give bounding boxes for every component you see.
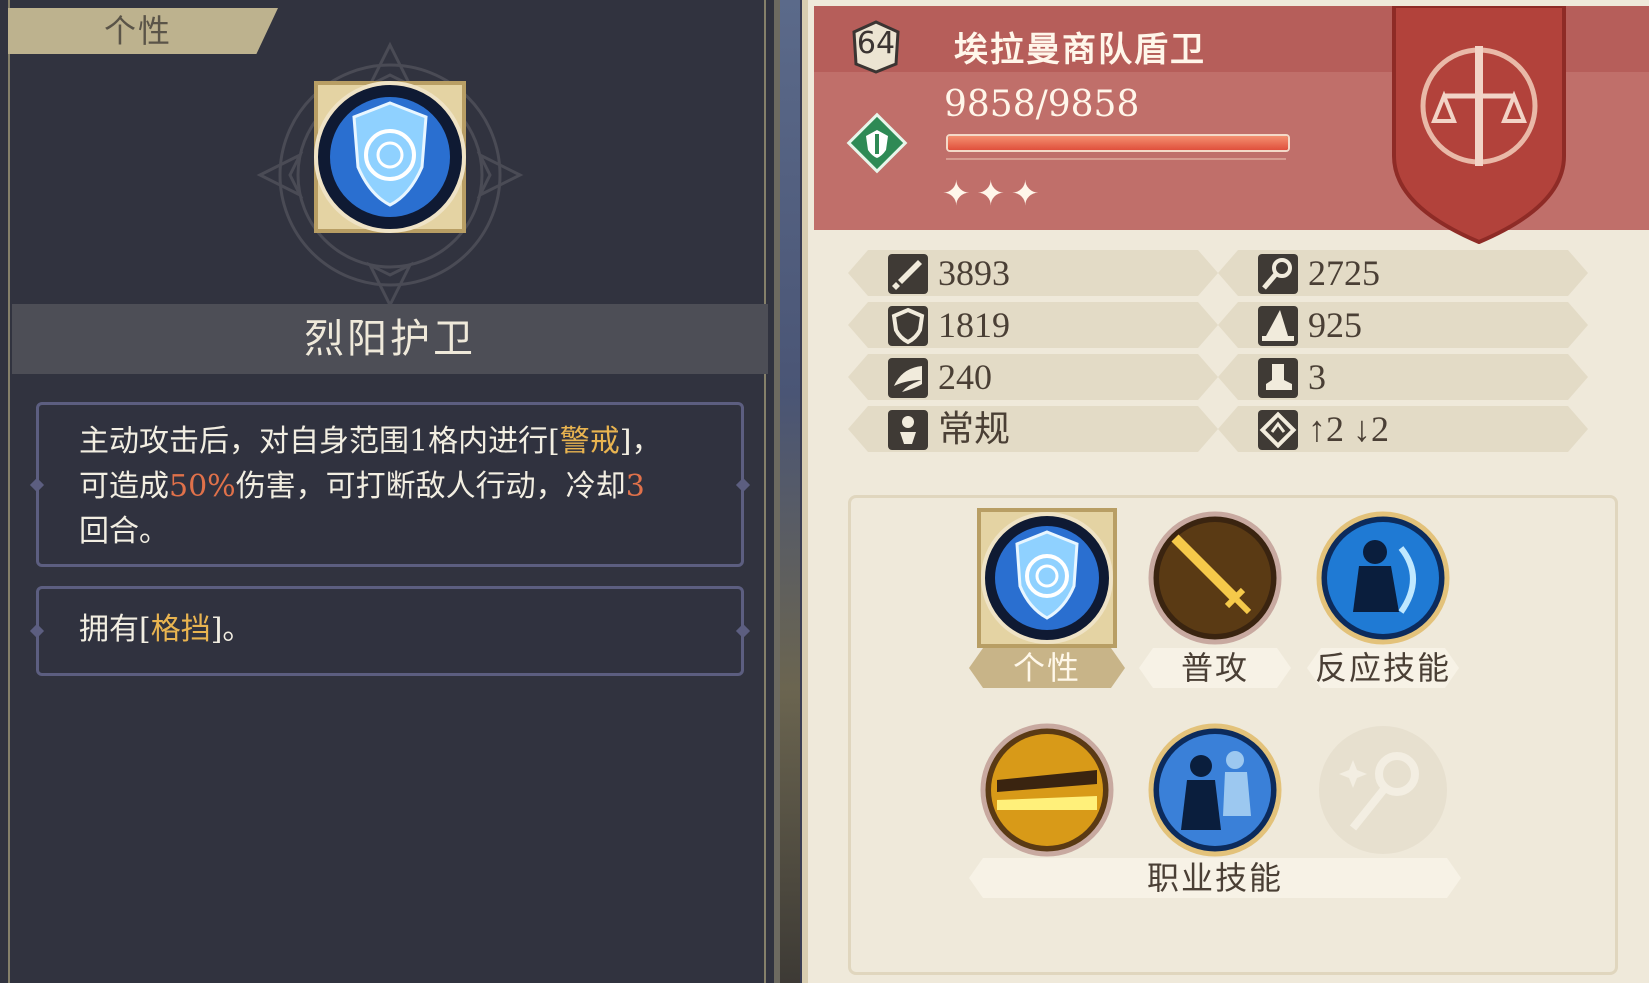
keyword-block[interactable]: 格挡 — [151, 612, 211, 647]
keyword-alert[interactable]: 警戒 — [560, 424, 620, 459]
defense-value: 1819 — [938, 305, 1010, 345]
unit-name: 埃拉曼商队盾卫 — [954, 30, 1206, 70]
attack-value: 3893 — [938, 253, 1010, 293]
trait-tab[interactable]: 个性 — [8, 8, 278, 54]
figure-icon — [888, 410, 928, 450]
desc-text: 拥有[ — [79, 612, 151, 647]
class-skill-label: 职业技能 — [969, 858, 1461, 898]
boot-icon — [1258, 358, 1298, 398]
stat-speed: 240 — [848, 354, 1218, 400]
elevation-value: ↑2 ↓2 — [1308, 409, 1389, 449]
wing-icon — [888, 358, 928, 398]
skill-description: 主动攻击后，对自身范围1格内进行[警戒]， 可造成50%伤害，可打断敌人行动，冷… — [36, 402, 744, 567]
reaction-skill-icon[interactable] — [1313, 508, 1453, 648]
unit-level: 64 — [856, 26, 896, 61]
description-line-1: 主动攻击后，对自身范围1格内进行[警戒]， — [79, 419, 701, 464]
shield-class-icon[interactable] — [844, 110, 910, 176]
staff-icon — [1258, 254, 1298, 294]
desc-text: 伤害，可打断敌人行动，冷却 — [235, 469, 626, 504]
cooldown-value: 3 — [625, 469, 645, 504]
trait-skill-button[interactable] — [977, 508, 1117, 648]
stat-defense: 1819 — [848, 302, 1218, 348]
desc-text: ]。 — [210, 612, 253, 647]
empty-skill-slot-icon — [1319, 726, 1447, 854]
damage-percent: 50% — [169, 469, 236, 504]
sword-icon — [888, 254, 928, 294]
stat-magic-defense: 925 — [1218, 302, 1588, 348]
stat-magic-attack: 2725 — [1218, 250, 1588, 296]
skills-frame: 个性 普攻 反应技能 职业技能 — [848, 495, 1618, 975]
trait-skill-label[interactable]: 个性 — [969, 648, 1125, 688]
desc-text: 可造成 — [79, 469, 169, 504]
rank-stars: ✦✦✦ — [942, 174, 1046, 214]
sword-scales-crest-icon — [1392, 6, 1566, 244]
stat-move-type: 常规 — [848, 406, 1218, 452]
unit-info-panel: 64 埃拉曼商队盾卫 9858/9858 ✦✦✦ 3893 2725 1819 … — [802, 0, 1649, 983]
charge-skill-icon[interactable] — [1145, 720, 1285, 860]
movement-value: 3 — [1308, 357, 1326, 397]
magic-defense-value: 925 — [1308, 305, 1362, 345]
hp-bar — [946, 134, 1290, 152]
reaction-skill-label[interactable]: 反应技能 — [1307, 648, 1459, 688]
stat-movement: 3 — [1218, 354, 1588, 400]
shield-icon — [888, 306, 928, 346]
speed-value: 240 — [938, 357, 992, 397]
skill-detail-panel: 个性 烈阳护卫 主动攻击后，对自身范围1格内进行[警戒]， 可造成50%伤害，可… — [0, 0, 780, 983]
unit-header: 64 埃拉曼商队盾卫 9858/9858 ✦✦✦ — [814, 6, 1649, 244]
desc-text: 主动攻击后，对自身范围1格内进行[ — [79, 424, 560, 459]
sword-skill-icon[interactable] — [1145, 508, 1285, 648]
stat-attack: 3893 — [848, 250, 1218, 296]
hp-readout: 9858/9858 — [944, 84, 1140, 125]
elevation-icon — [1258, 410, 1298, 450]
skill-name: 烈阳护卫 — [12, 304, 768, 374]
sub-bar — [946, 158, 1286, 160]
wizard-hat-icon — [1258, 306, 1298, 346]
trait-skill-icon — [256, 41, 524, 309]
move-type-value: 常规 — [938, 409, 1011, 449]
magic-attack-value: 2725 — [1308, 253, 1380, 293]
stat-elevation: ↑2 ↓2 — [1218, 406, 1588, 452]
hp-bar-fill — [948, 136, 1288, 150]
description-line-2: 可造成50%伤害，可打断敌人行动，冷却3 — [79, 464, 701, 509]
skill-passive-description: 拥有[格挡]。 — [36, 586, 744, 676]
attack-skill-label[interactable]: 普攻 — [1139, 648, 1291, 688]
desc-text: ]， — [619, 424, 662, 459]
description-line-3: 回合。 — [79, 514, 169, 549]
flame-slash-skill-icon[interactable] — [977, 720, 1117, 860]
